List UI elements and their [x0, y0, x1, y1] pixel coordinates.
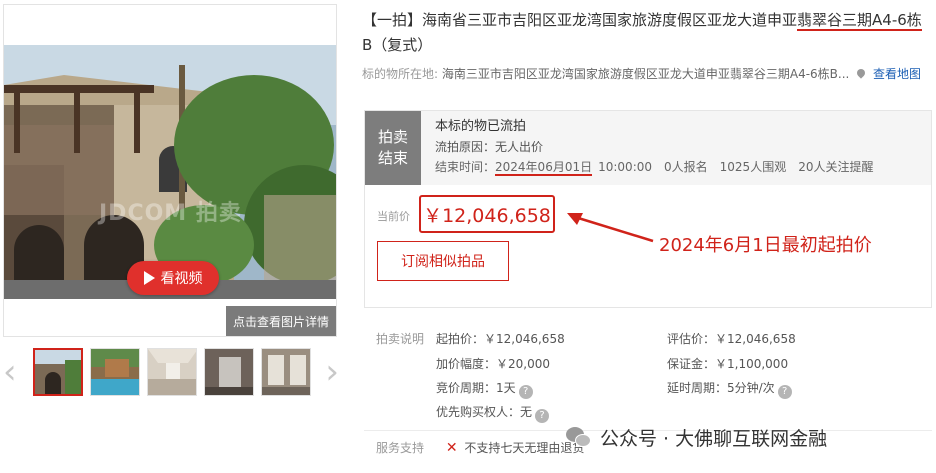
service-support: 服务支持 ✕ 不支持七天无理由退货: [376, 439, 584, 456]
thumbnail-image: [205, 349, 253, 395]
thumbnail-image: [148, 349, 196, 395]
status-reason: 流拍原因：无人出价: [435, 140, 544, 154]
view-photo-details-button[interactable]: 点击查看图片详情: [226, 306, 336, 336]
next-thumbnail-arrow[interactable]: ›: [325, 354, 339, 390]
status-meta: 结束时间：2024年06月01日 10:00:00 0人报名 1025人围观 20人关注…: [435, 157, 885, 177]
deposit: 保证金：￥1,100,000: [667, 357, 789, 371]
title-suffix: B（复式）: [362, 36, 433, 54]
signup-count: 0人报名: [664, 160, 708, 174]
location-value: 海南三亚市吉阳区亚龙湾国家旅游度假区亚龙大道申亚翡翠谷三期A4-6栋B...: [441, 67, 850, 81]
current-price-label: 当前价: [377, 210, 410, 223]
end-time: 10:00:00: [598, 160, 653, 174]
prev-thumbnail-arrow[interactable]: ‹: [3, 354, 17, 390]
badge-line-1: 拍卖: [377, 128, 408, 146]
subscribe-similar-button[interactable]: 订阅相似拍品: [377, 241, 509, 281]
help-icon[interactable]: ?: [777, 385, 792, 399]
service-label: 服务支持: [376, 441, 425, 455]
thumbnail-1[interactable]: [33, 348, 83, 396]
map-pin-icon: [855, 67, 867, 79]
thumbnail-5[interactable]: [261, 348, 311, 396]
end-date: 2024年06月01日: [495, 160, 593, 176]
wechat-watermark: 公众号 · 大佛聊互联网金融: [566, 424, 827, 451]
help-icon[interactable]: ?: [535, 409, 550, 423]
badge-line-2: 结束: [377, 149, 408, 167]
rules-label: 拍卖说明: [376, 332, 425, 346]
status-main-text: 本标的物已流拍: [435, 119, 527, 134]
follower-count: 20人关注提醒: [798, 160, 874, 174]
title-underlined-segment: 翡翠谷三期A4-6栋: [797, 11, 922, 31]
auction-ended-badge: 拍卖 结束: [365, 111, 421, 185]
thumbnail-image: [35, 350, 81, 394]
play-icon: [143, 271, 155, 285]
thumbnail-4[interactable]: [204, 348, 254, 396]
title-prefix: 【一拍】海南省三亚市吉阳区亚龙湾国家旅游度假区亚龙大道申亚: [362, 11, 798, 29]
bid-increment: 加价幅度：￥20,000: [436, 357, 550, 371]
listing-title: 【一拍】海南省三亚市吉阳区亚龙湾国家旅游度假区亚龙大道申亚翡翠谷三期A4-6栋 …: [362, 8, 930, 58]
bid-period: 竞价周期：1天?: [436, 379, 533, 399]
start-price: 起拍价：￥12,046,658: [436, 332, 565, 346]
viewer-count: 1025人围观: [719, 160, 787, 174]
bid-period-text: 竞价周期：1天: [436, 381, 516, 395]
photo-watermark: JDCOM 拍卖: [99, 201, 242, 226]
annotation-text: 2024年6月1日最初起拍价: [659, 235, 872, 256]
priority-buyer: 优先购买权人：无?: [436, 403, 550, 423]
watch-video-label: 看视频: [160, 271, 203, 287]
status-info: 本标的物已流拍 流拍原因：无人出价 结束时间：2024年06月01日 10:00:…: [435, 117, 885, 177]
extension-period-text: 延时周期：5分钟/次: [667, 381, 775, 395]
thumbnail-2[interactable]: [90, 348, 140, 396]
end-time-label: 结束时间：: [435, 160, 496, 174]
current-price: ￥12,046,658: [419, 195, 555, 233]
location-label: 标的物所在地:: [362, 67, 439, 81]
auction-status-panel: 拍卖 结束 本标的物已流拍 流拍原因：无人出价 结束时间：2024年06月01日…: [364, 110, 932, 308]
view-map-link[interactable]: 查看地图: [873, 67, 921, 81]
appraisal-price: 评估价：￥12,046,658: [667, 332, 796, 346]
annotation-arrow-icon: [567, 213, 654, 243]
thumbnail-image: [91, 349, 139, 395]
item-location: 标的物所在地: 海南三亚市吉阳区亚龙湾国家旅游度假区亚龙大道申亚翡翠谷三期A4-…: [362, 65, 921, 82]
thumbnail-image: [262, 349, 310, 395]
watch-video-button[interactable]: 看视频: [127, 261, 219, 295]
priority-buyer-text: 优先购买权人：无: [436, 405, 533, 419]
help-icon[interactable]: ?: [518, 385, 533, 399]
wechat-icon: [566, 426, 592, 449]
thumbnail-3[interactable]: [147, 348, 197, 396]
wechat-text: 公众号 · 大佛聊互联网金融: [600, 428, 828, 450]
extension-period: 延时周期：5分钟/次?: [667, 379, 792, 399]
thumbnail-strip: ‹ ›: [3, 346, 339, 402]
cross-icon: ✕: [445, 440, 458, 456]
main-photo-container: JDCOM 拍卖 看视频 点击查看图片详情: [3, 4, 337, 337]
status-header: 拍卖 结束 本标的物已流拍 流拍原因：无人出价 结束时间：2024年06月01日…: [365, 111, 931, 185]
